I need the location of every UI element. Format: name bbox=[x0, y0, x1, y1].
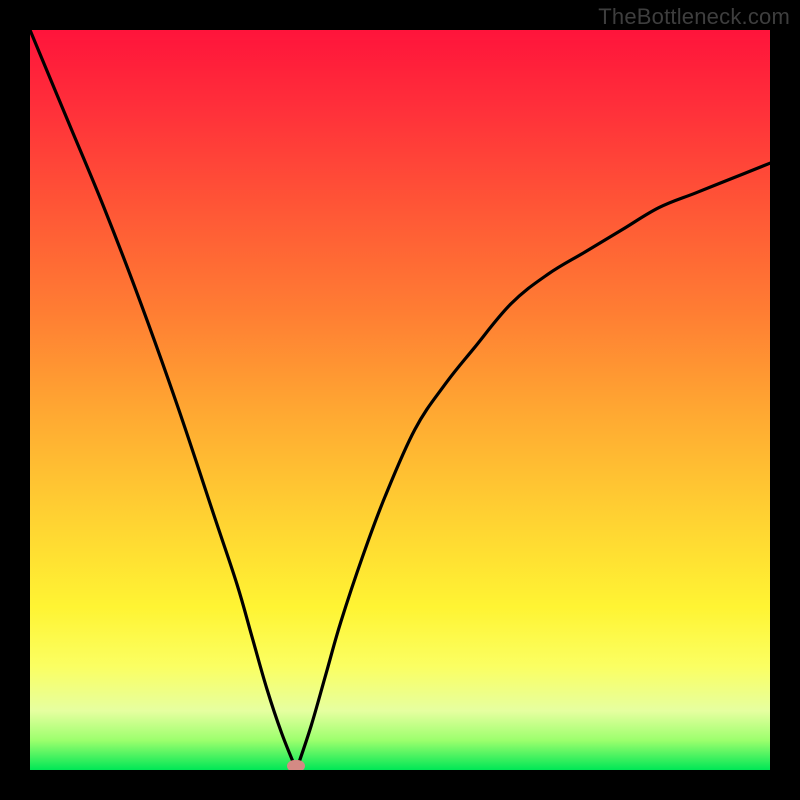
curve-right-branch bbox=[296, 163, 770, 770]
curve-left-branch bbox=[30, 30, 296, 770]
chart-svg bbox=[30, 30, 770, 770]
watermark-text: TheBottleneck.com bbox=[598, 4, 790, 30]
chart-stage: TheBottleneck.com bbox=[0, 0, 800, 800]
plot-area bbox=[30, 30, 770, 770]
bottleneck-marker bbox=[287, 760, 305, 770]
